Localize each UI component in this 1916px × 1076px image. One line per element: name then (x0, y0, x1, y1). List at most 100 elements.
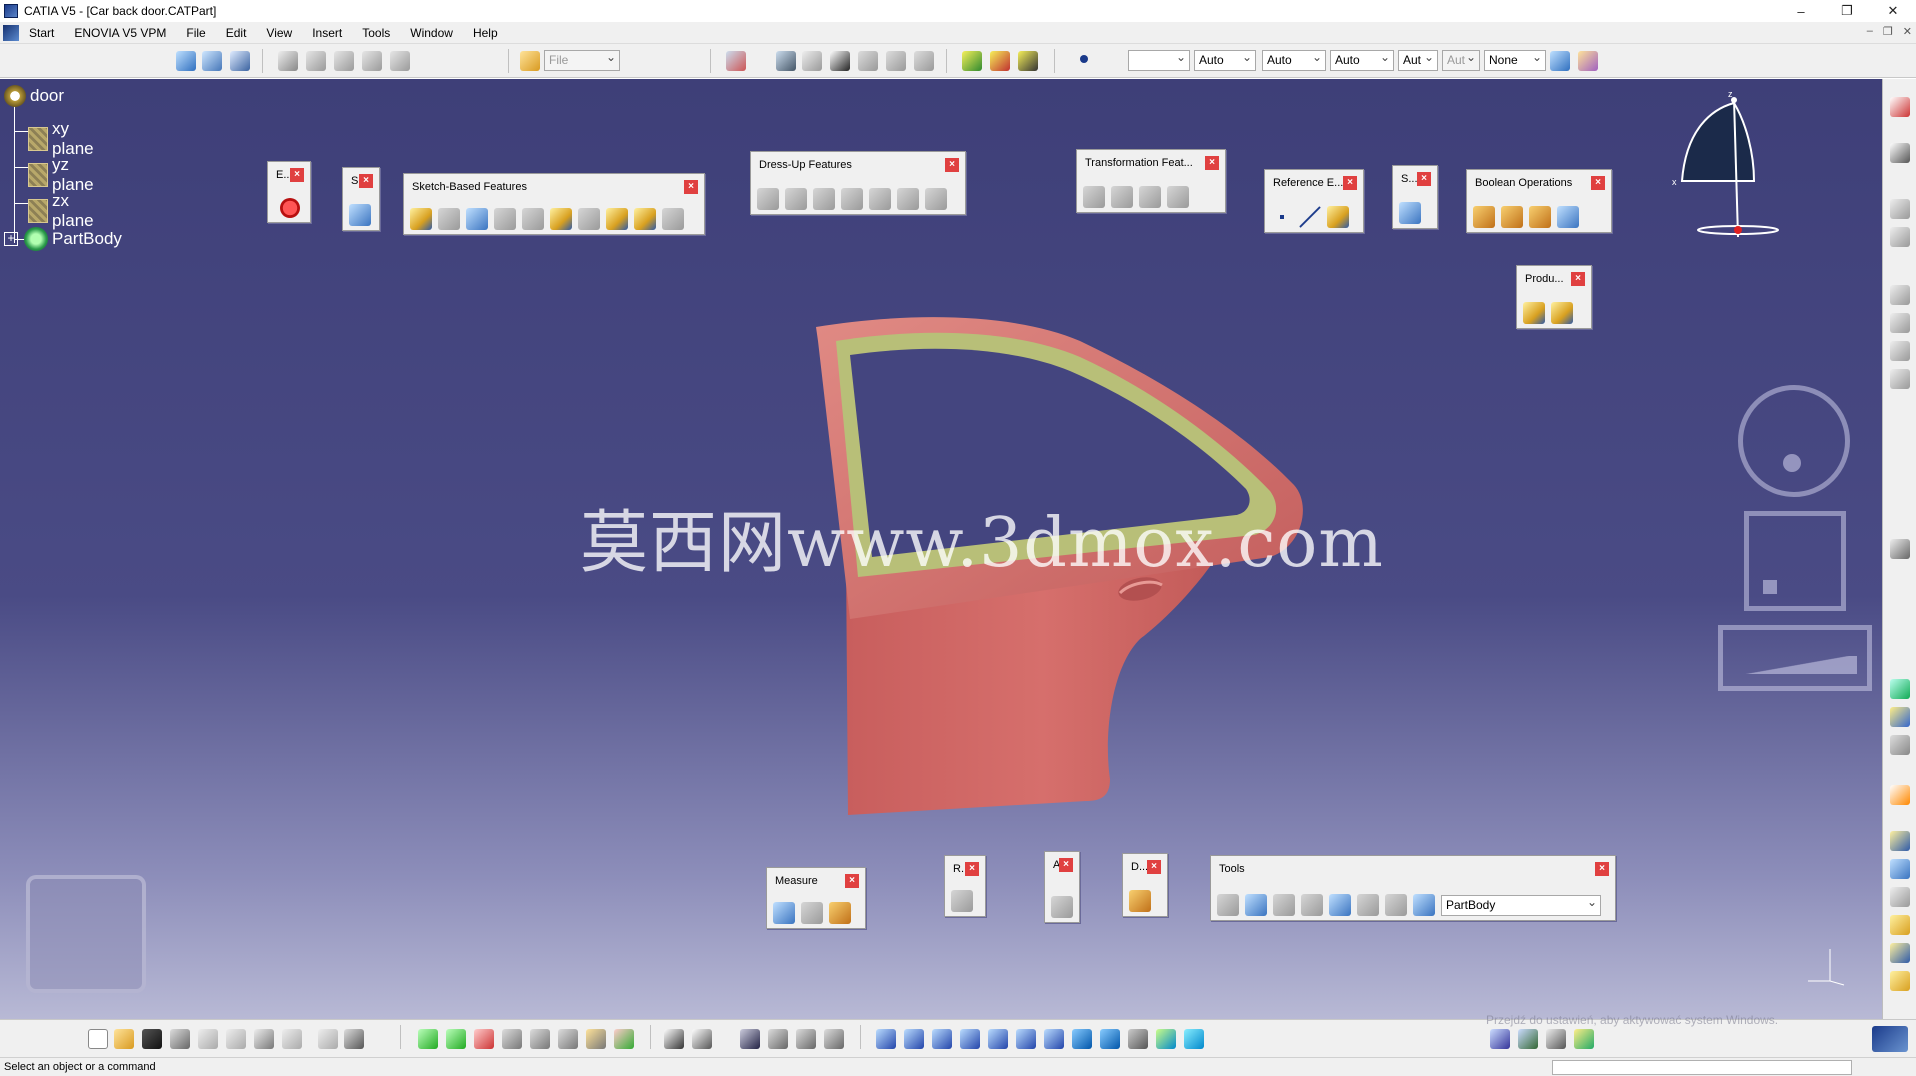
body-list-icon[interactable] (1385, 894, 1407, 916)
close-icon[interactable]: × (1205, 156, 1219, 170)
transparency-combo[interactable]: Auto (1330, 48, 1394, 71)
menu-start[interactable]: Start (19, 26, 64, 40)
cut-icon[interactable] (198, 1029, 218, 1049)
zoom-out-icon[interactable] (1016, 1029, 1036, 1049)
thread-icon[interactable] (897, 188, 919, 210)
parent-children-icon[interactable] (502, 1029, 522, 1049)
linetype-combo[interactable]: Auto (1194, 48, 1256, 71)
close-icon[interactable]: × (359, 174, 373, 188)
fly-mode-icon[interactable] (876, 1029, 896, 1049)
remove-face-icon[interactable] (925, 188, 947, 210)
measure-item-icon[interactable] (801, 902, 823, 924)
union-trim-icon[interactable] (1557, 206, 1579, 228)
save-icon[interactable] (142, 1029, 162, 1049)
new-file-icon[interactable] (88, 1029, 108, 1049)
sketcher-bottom-icon[interactable] (1490, 1029, 1510, 1049)
doc-close-button[interactable]: ✕ (1903, 25, 1912, 38)
law-icon[interactable] (886, 51, 906, 71)
copy-icon[interactable] (226, 1029, 246, 1049)
color-combo[interactable] (1128, 48, 1190, 71)
grid-icon[interactable] (1301, 894, 1323, 916)
pan-view-icon[interactable] (932, 1029, 952, 1049)
menu-help[interactable]: Help (463, 26, 508, 40)
rib-side-icon[interactable] (1890, 915, 1910, 935)
3d-viewport[interactable]: door xy plane yz plane zx plane + PartBo… (0, 79, 1882, 1019)
knowledge-icon[interactable] (390, 51, 410, 71)
create-datum-icon[interactable] (1329, 894, 1351, 916)
stiffener-side-icon[interactable] (1890, 971, 1910, 991)
exit-workbench-icon[interactable] (280, 198, 300, 218)
menu-tools[interactable]: Tools (352, 26, 400, 40)
doc-minimize-button[interactable]: – (1867, 25, 1873, 38)
close-icon[interactable]: × (1591, 176, 1605, 190)
close-icon[interactable]: × (1147, 860, 1161, 874)
select-arrow-icon[interactable] (1890, 785, 1910, 805)
scan-icon[interactable] (1890, 199, 1910, 219)
plane-icon[interactable] (1327, 206, 1349, 228)
measure-inertia-icon[interactable] (829, 902, 851, 924)
publication-icon[interactable] (802, 51, 822, 71)
close-icon[interactable]: × (1595, 862, 1609, 876)
instantiate-icon[interactable] (1551, 302, 1573, 324)
compass-widget[interactable]: z x (1660, 87, 1780, 237)
point-icon[interactable] (1271, 206, 1293, 228)
render-style-icon[interactable] (1128, 1029, 1148, 1049)
close-button[interactable]: ✕ (1870, 0, 1916, 22)
close-icon[interactable]: × (1571, 272, 1585, 286)
scaling-icon[interactable] (1167, 186, 1189, 208)
view-control-square[interactable] (1744, 511, 1846, 611)
stop-update-icon[interactable] (1018, 51, 1038, 71)
chamfer-icon[interactable] (785, 188, 807, 210)
pattern-icon[interactable] (1139, 186, 1161, 208)
point-style-icon[interactable] (1080, 55, 1088, 63)
slot-icon[interactable] (578, 208, 600, 230)
only-current-body-icon[interactable] (1357, 894, 1379, 916)
view-control-slider[interactable] (1718, 625, 1872, 691)
symbol-combo[interactable]: Aut (1442, 48, 1480, 71)
whats-this-icon[interactable] (344, 1029, 364, 1049)
restore-button[interactable]: ❐ (1824, 0, 1870, 22)
loft-side-icon[interactable] (1890, 943, 1910, 963)
multi-view-icon[interactable] (1072, 1029, 1092, 1049)
undo-icon[interactable] (1890, 341, 1910, 361)
paste-icon[interactable] (1890, 313, 1910, 333)
remove-icon[interactable] (1529, 206, 1551, 228)
pdf-icon[interactable] (1890, 97, 1910, 117)
globe-icon[interactable] (1890, 679, 1910, 699)
swap-visible-icon[interactable] (1184, 1029, 1204, 1049)
measure-between-icon[interactable] (773, 902, 795, 924)
sketch-view-icon[interactable] (1413, 894, 1435, 916)
start-icon[interactable] (3, 24, 19, 41)
menu-file[interactable]: File (176, 26, 215, 40)
pocket-icon[interactable] (438, 208, 460, 230)
menu-view[interactable]: View (256, 26, 302, 40)
curve-icon[interactable] (1890, 227, 1910, 247)
current-body-combo[interactable]: PartBody (1441, 893, 1601, 916)
apply-material-icon[interactable] (776, 51, 796, 71)
assembly-icon[interactable] (1546, 1029, 1566, 1049)
painter-icon[interactable] (1550, 51, 1570, 71)
isolate-icon[interactable] (530, 1029, 550, 1049)
compare-icon[interactable] (362, 51, 382, 71)
normal-view-plane-icon[interactable] (1044, 1029, 1064, 1049)
properties-icon[interactable] (278, 51, 298, 71)
groove-icon[interactable] (494, 208, 516, 230)
mirror-icon[interactable] (1111, 186, 1133, 208)
print-icon[interactable] (170, 1029, 190, 1049)
pad-side-icon[interactable] (1890, 831, 1910, 851)
scan-history-icon[interactable] (586, 1029, 606, 1049)
folder-open-icon[interactable] (520, 51, 540, 71)
paste-icon[interactable] (254, 1029, 274, 1049)
pan-icon[interactable] (418, 1029, 438, 1049)
translation-icon[interactable] (1083, 186, 1105, 208)
measure-item-icon[interactable] (306, 51, 326, 71)
copy-icon[interactable] (1890, 285, 1910, 305)
pad-icon[interactable] (410, 208, 432, 230)
reframe-icon[interactable] (796, 1029, 816, 1049)
normal-view-icon[interactable] (824, 1029, 844, 1049)
shaft-side-icon[interactable] (1890, 859, 1910, 879)
sketch-icon[interactable] (349, 204, 371, 226)
stiffener-icon[interactable] (606, 208, 628, 230)
snap-icon[interactable] (474, 1029, 494, 1049)
knowledge-template-icon[interactable] (1523, 302, 1545, 324)
